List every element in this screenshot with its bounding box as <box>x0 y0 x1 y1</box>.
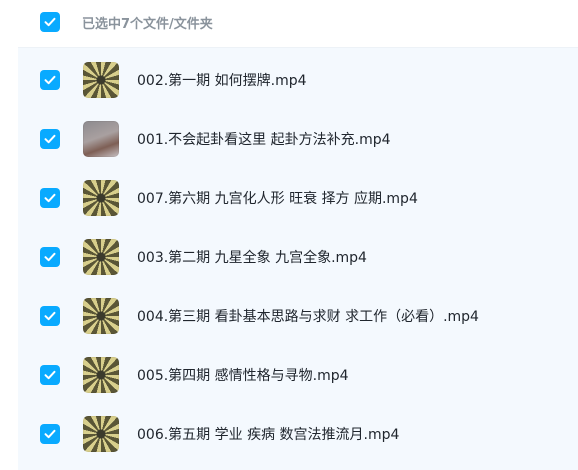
checkmark-icon <box>44 370 56 380</box>
file-row[interactable]: 003.第二期 九星全象 九宫全象.mp4 <box>18 227 578 286</box>
video-thumbnail <box>83 357 119 393</box>
checkmark-icon <box>44 17 56 27</box>
video-thumbnail <box>83 62 119 98</box>
left-margin <box>0 0 18 470</box>
checkmark-icon <box>44 252 56 262</box>
file-checkbox[interactable] <box>40 247 60 267</box>
file-checkbox[interactable] <box>40 424 60 444</box>
file-checkbox[interactable] <box>40 306 60 326</box>
file-checkbox[interactable] <box>40 129 60 149</box>
file-checkbox[interactable] <box>40 188 60 208</box>
select-all-checkbox[interactable] <box>40 12 60 32</box>
file-row[interactable]: 004.第三期 看卦基本思路与求财 求工作（必看）.mp4 <box>18 286 578 345</box>
file-name[interactable]: 006.第五期 学业 疾病 数宫法推流月.mp4 <box>137 424 399 444</box>
file-checkbox[interactable] <box>40 70 60 90</box>
selection-header: 已选中7个文件/文件夹 <box>18 0 578 48</box>
checkmark-icon <box>44 134 56 144</box>
file-row[interactable]: 002.第一期 如何摆牌.mp4 <box>18 50 578 109</box>
file-row[interactable]: 001.不会起卦看这里 起卦方法补充.mp4 <box>18 109 578 168</box>
checkmark-icon <box>44 75 56 85</box>
file-row[interactable]: 005.第四期 感情性格与寻物.mp4 <box>18 345 578 404</box>
video-thumbnail <box>83 416 119 452</box>
file-name[interactable]: 004.第三期 看卦基本思路与求财 求工作（必看）.mp4 <box>137 306 479 326</box>
file-row[interactable]: 006.第五期 学业 疾病 数宫法推流月.mp4 <box>18 404 578 463</box>
file-name[interactable]: 002.第一期 如何摆牌.mp4 <box>137 70 307 90</box>
checkmark-icon <box>44 193 56 203</box>
file-row[interactable]: 007.第六期 九宫化人形 旺衰 择方 应期.mp4 <box>18 168 578 227</box>
checkmark-icon <box>44 311 56 321</box>
selection-count-label: 已选中7个文件/文件夹 <box>82 17 213 32</box>
file-name[interactable]: 003.第二期 九星全象 九宫全象.mp4 <box>137 247 367 267</box>
video-thumbnail <box>83 180 119 216</box>
video-thumbnail <box>83 121 119 157</box>
file-name[interactable]: 001.不会起卦看这里 起卦方法补充.mp4 <box>137 129 391 149</box>
video-thumbnail <box>83 239 119 275</box>
file-checkbox[interactable] <box>40 365 60 385</box>
file-name[interactable]: 007.第六期 九宫化人形 旺衰 择方 应期.mp4 <box>137 188 418 208</box>
video-thumbnail <box>83 298 119 334</box>
file-name[interactable]: 005.第四期 感情性格与寻物.mp4 <box>137 365 349 385</box>
checkmark-icon <box>44 429 56 439</box>
